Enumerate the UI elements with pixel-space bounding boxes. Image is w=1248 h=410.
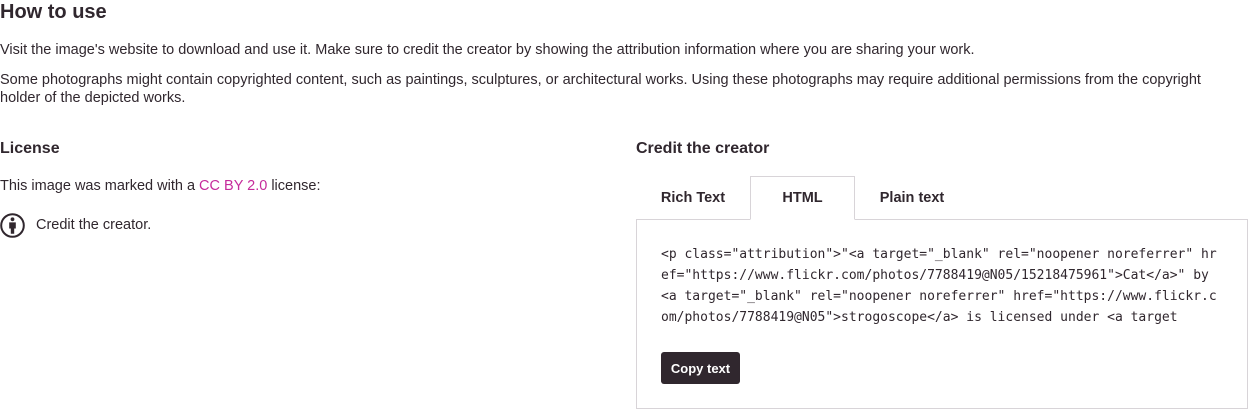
attribution-panel: <p class="attribution">"<a target="_blan… bbox=[636, 219, 1248, 409]
license-item-credit: Credit the creator. bbox=[0, 212, 151, 238]
license-link[interactable]: CC BY 2.0 bbox=[199, 178, 267, 194]
cc-by-icon bbox=[0, 212, 25, 238]
copy-text-button[interactable]: Copy text bbox=[661, 352, 740, 384]
license-item-label: Credit the creator. bbox=[36, 217, 152, 233]
license-title: License bbox=[0, 140, 60, 157]
license-description: This image was marked with a CC BY 2.0 l… bbox=[0, 177, 321, 195]
how-to-use-title: How to use bbox=[0, 1, 107, 23]
license-prefix: This image was marked with a bbox=[0, 178, 200, 194]
how-to-use-paragraph-2: Some photographs might contain copyright… bbox=[0, 72, 1201, 106]
tab-html[interactable]: HTML bbox=[750, 176, 855, 220]
credit-title: Credit the creator bbox=[636, 140, 770, 157]
tab-plain-text[interactable]: Plain text bbox=[855, 176, 969, 219]
page: How to use Visit the image's website to … bbox=[0, 0, 1248, 410]
license-suffix: license: bbox=[267, 178, 321, 194]
how-to-use-paragraph-1: Visit the image's website to download an… bbox=[0, 42, 975, 58]
tab-rich-text[interactable]: Rich Text bbox=[636, 176, 750, 219]
attribution-tabs: Rich Text HTML Plain text bbox=[636, 176, 969, 220]
attribution-code[interactable]: <p class="attribution">"<a target="_blan… bbox=[661, 244, 1222, 328]
